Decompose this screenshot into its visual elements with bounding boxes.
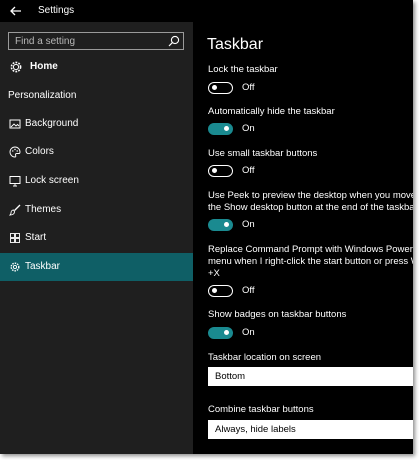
auto-hide-toggle[interactable]	[208, 123, 233, 135]
lock-taskbar-toggle[interactable]	[208, 82, 233, 94]
sidebar-item-label: Background	[25, 118, 79, 129]
powershell-state: Off	[242, 285, 255, 296]
badges-toggle[interactable]	[208, 327, 233, 339]
powershell-label-line2: menu when I right-click the start button…	[208, 256, 413, 267]
sidebar-item-label: Start	[25, 232, 47, 243]
small-buttons-state: Off	[242, 165, 255, 176]
badges-label: Show badges on taskbar buttons	[208, 309, 347, 320]
brush-icon	[9, 204, 21, 216]
picture-icon	[9, 119, 21, 129]
lock-taskbar-label: Lock the taskbar	[208, 64, 278, 75]
back-button[interactable]	[8, 3, 24, 19]
sidebar: Home Personalization Background Colors	[0, 22, 193, 454]
sidebar-item-label: Taskbar	[25, 261, 61, 272]
peek-state: On	[242, 219, 255, 230]
combine-label: Combine taskbar buttons	[208, 404, 314, 415]
search-input[interactable]	[9, 33, 165, 49]
main-content: Taskbar Lock the taskbar Off Automatical…	[193, 22, 413, 454]
lock-taskbar-state: Off	[242, 82, 255, 93]
window-title: Settings	[38, 5, 75, 16]
combine-buttons-dropdown[interactable]: Always, hide labels	[208, 420, 413, 439]
home-label: Home	[30, 61, 58, 72]
toggle-knob	[224, 222, 229, 227]
powershell-toggle[interactable]	[208, 285, 233, 297]
taskbar-icon	[10, 262, 20, 272]
peek-toggle[interactable]	[208, 219, 233, 231]
auto-hide-state: On	[242, 123, 255, 134]
location-label: Taskbar location on screen	[208, 352, 322, 363]
toggle-knob	[212, 168, 217, 173]
taskbar-location-dropdown[interactable]: Bottom	[208, 367, 413, 386]
toggle-knob	[224, 126, 229, 131]
sidebar-item-colors[interactable]: Colors	[0, 138, 193, 166]
arrow-left-icon	[10, 6, 21, 16]
title-bar: Settings	[0, 0, 413, 22]
monitor-icon	[9, 176, 21, 187]
peek-label-line1: Use Peek to preview the desktop when you…	[208, 190, 413, 201]
badges-state: On	[242, 327, 255, 338]
sidebar-item-label: Themes	[25, 204, 62, 215]
powershell-label-line1: Replace Command Prompt with Windows Powe…	[208, 244, 413, 255]
settings-window: Settings Home Personalization Background	[0, 0, 413, 454]
search-box	[8, 32, 184, 50]
sidebar-item-label: Lock screen	[25, 175, 79, 186]
home-link[interactable]: Home	[0, 56, 193, 78]
powershell-label-line3: +X	[208, 268, 220, 279]
toggle-knob	[224, 330, 229, 335]
toggle-knob	[212, 288, 217, 293]
small-buttons-toggle[interactable]	[208, 165, 233, 177]
palette-icon	[9, 146, 21, 158]
toggle-knob	[212, 85, 217, 90]
sidebar-item-lock-screen[interactable]: Lock screen	[0, 167, 193, 195]
sidebar-item-start[interactable]: Start	[0, 224, 193, 252]
grid-icon	[10, 233, 20, 243]
sidebar-item-themes[interactable]: Themes	[0, 196, 193, 224]
sidebar-item-label: Colors	[25, 146, 54, 157]
gear-icon	[10, 61, 22, 73]
sidebar-item-taskbar[interactable]: Taskbar	[0, 253, 193, 281]
small-buttons-label: Use small taskbar buttons	[208, 148, 318, 159]
page-title: Taskbar	[207, 36, 264, 53]
search-icon[interactable]	[167, 34, 181, 48]
section-title: Personalization	[8, 90, 77, 101]
sidebar-item-background[interactable]: Background	[0, 110, 193, 138]
peek-label-line2: the Show desktop button at the end of th…	[208, 202, 413, 213]
auto-hide-label: Automatically hide the taskbar	[208, 106, 335, 117]
